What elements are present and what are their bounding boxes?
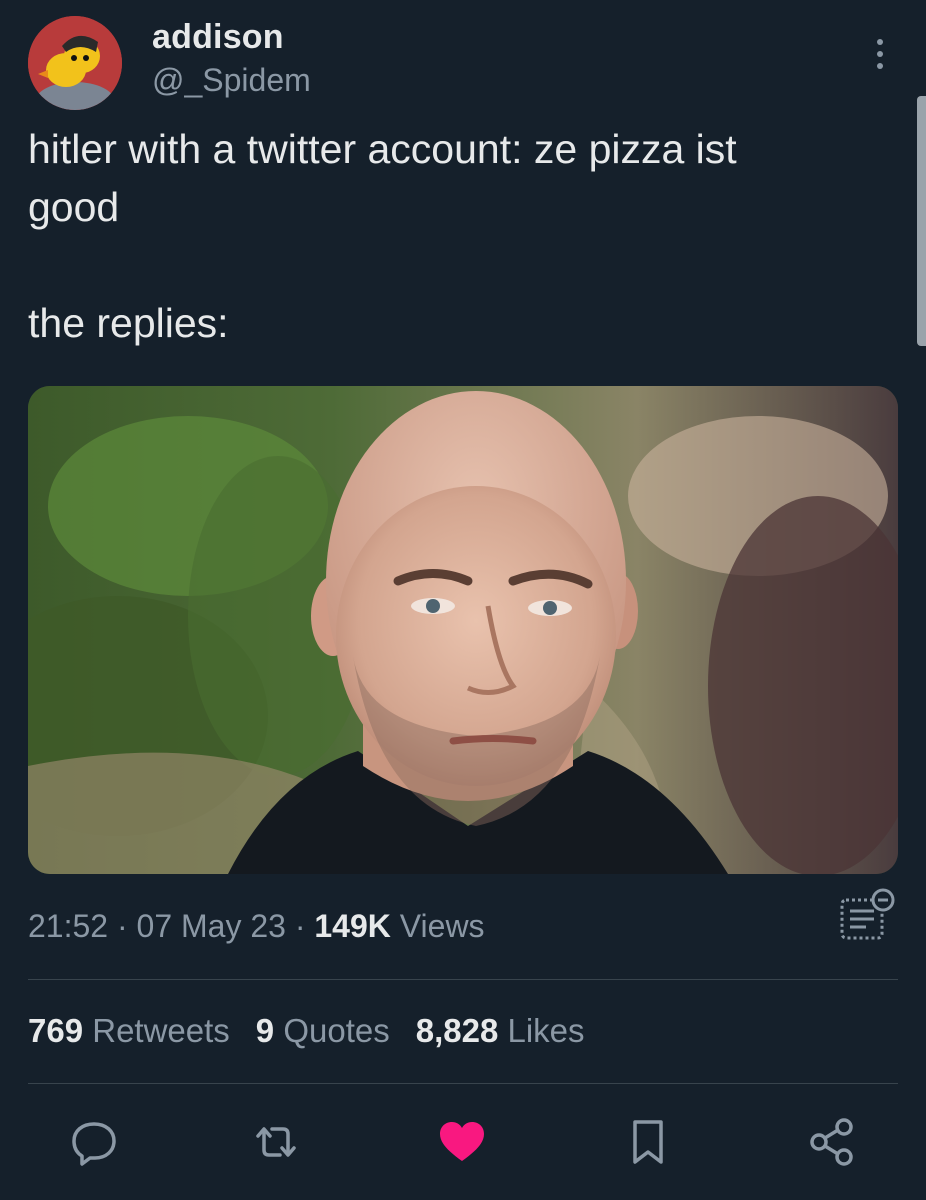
user-handle[interactable]: @_Spidem bbox=[152, 62, 311, 99]
bookmark-icon bbox=[633, 1120, 663, 1164]
likes-label: Likes bbox=[498, 1012, 585, 1049]
divider bbox=[28, 979, 898, 980]
views-count: 149K bbox=[314, 908, 391, 944]
retweets-stat[interactable]: 769 Retweets bbox=[28, 1012, 230, 1050]
quotes-count: 9 bbox=[255, 1012, 275, 1049]
display-name[interactable]: addison bbox=[152, 18, 284, 57]
tweet-metadata: 21:52 · 07 May 23 · 149K Views bbox=[28, 908, 485, 945]
share-icon bbox=[810, 1118, 853, 1166]
quotes-stat[interactable]: 9 Quotes bbox=[256, 1012, 390, 1050]
retweet-button[interactable] bbox=[250, 1116, 302, 1168]
share-button[interactable] bbox=[806, 1116, 858, 1168]
reply-button[interactable] bbox=[68, 1116, 120, 1168]
tweet-detail: addison @_Spidem hitler with a twitter a… bbox=[0, 0, 926, 1200]
likes-count: 8,828 bbox=[415, 1012, 499, 1049]
like-icon bbox=[440, 1122, 484, 1161]
scrollbar[interactable] bbox=[917, 96, 926, 346]
analytics-icon[interactable] bbox=[838, 886, 898, 944]
more-options-icon[interactable] bbox=[866, 36, 894, 72]
retweet-icon bbox=[256, 1127, 296, 1157]
retweets-label: Retweets bbox=[83, 1012, 230, 1049]
views-label: Views bbox=[390, 908, 485, 944]
reply-icon bbox=[72, 1122, 116, 1166]
retweets-count: 769 bbox=[28, 1012, 84, 1049]
divider bbox=[28, 1083, 898, 1084]
bookmark-button[interactable] bbox=[622, 1116, 674, 1168]
tweet-date: 07 May 23 bbox=[136, 908, 286, 944]
quotes-label: Quotes bbox=[274, 1012, 390, 1049]
likes-stat[interactable]: 8,828 Likes bbox=[416, 1012, 585, 1050]
like-button[interactable] bbox=[436, 1116, 488, 1168]
avatar[interactable] bbox=[28, 16, 122, 110]
engagement-stats: 769 Retweets 9 Quotes 8,828 Likes bbox=[28, 1012, 611, 1050]
tweet-time: 21:52 bbox=[28, 908, 109, 944]
tweet-photo[interactable] bbox=[28, 386, 898, 874]
meta-separator: · bbox=[108, 908, 137, 944]
meta-separator: · bbox=[285, 908, 315, 944]
tweet-text: hitler with a twitter account: ze pizza … bbox=[28, 126, 737, 346]
